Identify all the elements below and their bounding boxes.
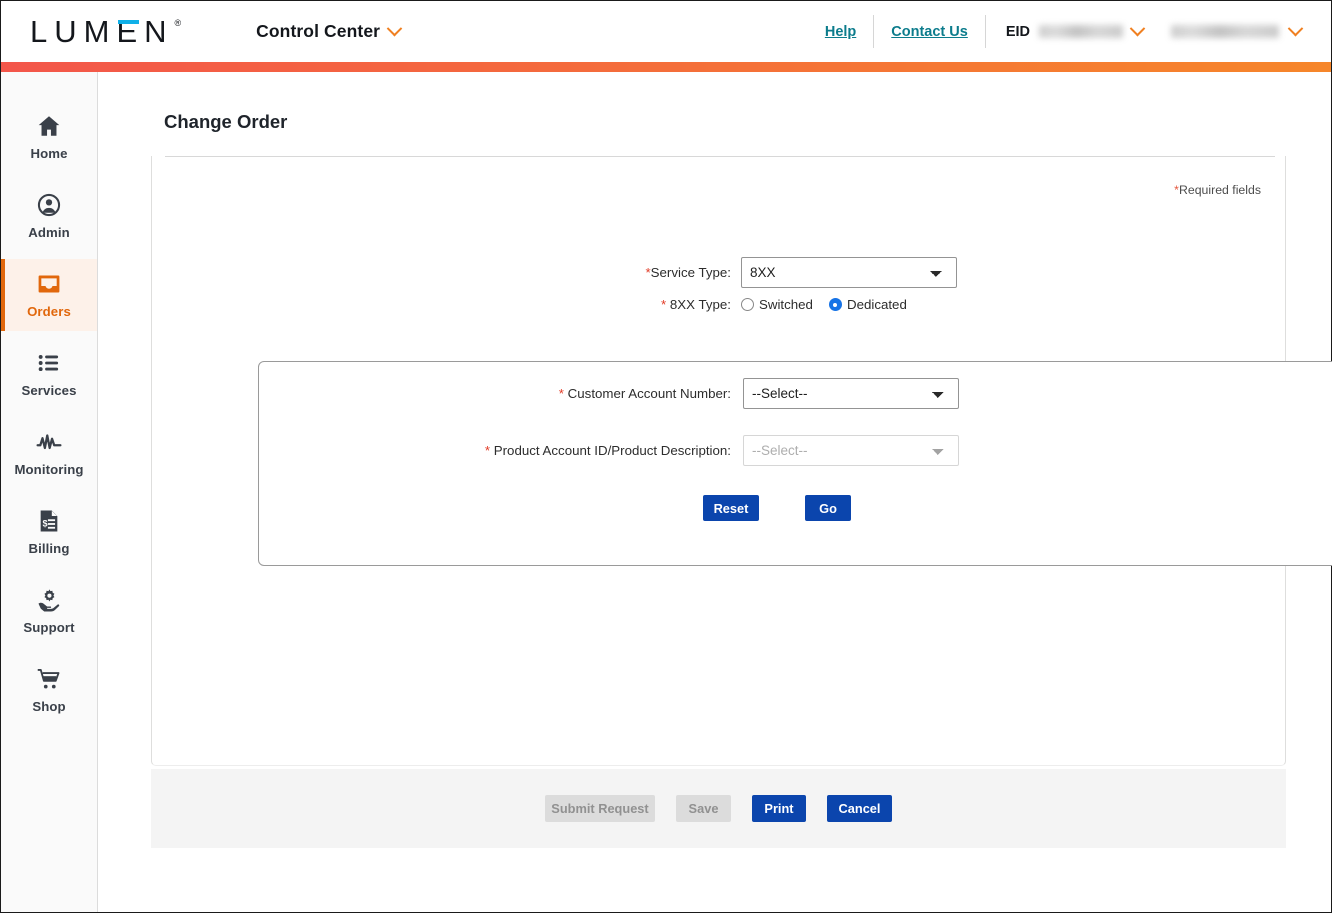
main-content: Change Order *Required fields *Service T… xyxy=(99,72,1332,912)
sidebar-label: Home xyxy=(30,146,68,161)
eid-value-redacted xyxy=(1039,25,1123,38)
required-star: * xyxy=(661,297,667,312)
logo-wordmark: LUMEN xyxy=(30,14,174,49)
chevron-down-icon xyxy=(386,20,403,37)
customer-account-label-text: Customer Account Number: xyxy=(567,386,731,401)
service-type-label: *Service Type: xyxy=(431,265,731,280)
sidebar-label: Monitoring xyxy=(14,462,84,477)
app-window: LUMEN ® Control Center Help Contact Us E… xyxy=(0,0,1332,913)
svg-text:$: $ xyxy=(43,519,48,529)
user-circle-icon xyxy=(37,193,61,217)
eightxx-type-row: * 8XX Type: Switched Dedicated xyxy=(152,297,957,312)
account-selection-panel: * Customer Account Number: --Select-- * … xyxy=(258,361,1332,566)
customer-account-row: * Customer Account Number: --Select-- xyxy=(259,378,959,409)
sidebar-label: Orders xyxy=(27,304,71,319)
service-type-select[interactable]: 8XX xyxy=(741,257,957,288)
lumen-logo[interactable]: LUMEN ® xyxy=(30,16,181,47)
sidebar-item-billing[interactable]: $ Billing xyxy=(1,496,97,568)
gear-hand-icon xyxy=(38,589,60,612)
required-fields-note: *Required fields xyxy=(1174,183,1261,197)
product-account-select[interactable]: --Select-- xyxy=(743,435,959,466)
inbox-icon xyxy=(38,275,60,293)
page-title: Change Order xyxy=(164,111,288,132)
brand-accent-bar xyxy=(1,62,1331,72)
logo-registered-mark: ® xyxy=(174,18,182,28)
sidebar-label: Shop xyxy=(32,699,66,714)
radio-circle-selected-icon xyxy=(828,298,842,311)
eightxx-type-radio-group: Switched Dedicated xyxy=(741,297,957,312)
required-star: * xyxy=(558,386,564,401)
card-top-divider xyxy=(165,156,1275,157)
required-note-text: Required fields xyxy=(1178,183,1261,197)
app-title: Control Center xyxy=(256,21,381,41)
top-header: LUMEN ® Control Center Help Contact Us E… xyxy=(1,1,1331,62)
eid-dropdown[interactable]: EID xyxy=(986,20,1153,40)
radio-switched[interactable]: Switched xyxy=(741,297,813,312)
product-account-label-text: Product Account ID/Product Description: xyxy=(493,443,731,458)
eightxx-type-label-text: 8XX Type: xyxy=(669,297,731,312)
radio-circle-icon xyxy=(741,298,754,311)
contact-us-link[interactable]: Contact Us xyxy=(874,24,985,40)
help-link[interactable]: Help xyxy=(808,24,873,40)
sidebar-label: Support xyxy=(23,620,75,635)
logo-accent-bar xyxy=(118,20,139,24)
main-sidebar: Home Admin Orders Services Monitoring $ … xyxy=(1,72,98,912)
required-star: * xyxy=(484,443,491,458)
sidebar-item-shop[interactable]: Shop xyxy=(1,654,97,726)
sidebar-item-admin[interactable]: Admin xyxy=(1,180,97,252)
save-button[interactable]: Save xyxy=(676,795,731,822)
chevron-down-icon xyxy=(1287,20,1304,37)
service-type-label-text: Service Type: xyxy=(650,265,731,280)
product-account-label: * Product Account ID/Product Description… xyxy=(311,443,731,458)
go-button[interactable]: Go xyxy=(805,495,851,521)
sidebar-label: Admin xyxy=(28,225,70,240)
product-account-row: * Product Account ID/Product Description… xyxy=(259,435,959,466)
sidebar-label: Services xyxy=(21,383,77,398)
cart-icon xyxy=(37,668,60,689)
sidebar-item-monitoring[interactable]: Monitoring xyxy=(1,417,97,489)
cancel-button[interactable]: Cancel xyxy=(827,795,892,822)
customer-account-label: * Customer Account Number: xyxy=(311,386,731,401)
invoice-icon: $ xyxy=(40,510,58,532)
eightxx-type-label: * 8XX Type: xyxy=(431,297,731,312)
radio-dedicated[interactable]: Dedicated xyxy=(828,297,907,312)
customer-account-select[interactable]: --Select-- xyxy=(743,378,959,409)
list-icon xyxy=(38,354,59,372)
form-action-bar: Submit Request Save Print Cancel xyxy=(151,769,1286,848)
home-icon xyxy=(38,116,60,136)
chevron-down-icon xyxy=(1129,20,1146,37)
sidebar-item-support[interactable]: Support xyxy=(1,575,97,647)
pulse-icon xyxy=(36,434,62,450)
sidebar-item-home[interactable]: Home xyxy=(1,101,97,173)
sidebar-item-services[interactable]: Services xyxy=(1,338,97,410)
radio-dedicated-label: Dedicated xyxy=(846,297,907,312)
sidebar-label: Billing xyxy=(28,541,70,556)
user-name-redacted xyxy=(1171,25,1279,38)
reset-button[interactable]: Reset xyxy=(703,495,759,521)
user-account-dropdown[interactable] xyxy=(1153,20,1307,38)
service-type-row: *Service Type: 8XX xyxy=(152,257,957,288)
app-switcher[interactable]: Control Center xyxy=(256,20,403,42)
panel-button-group: Reset Go xyxy=(703,495,851,521)
radio-switched-label: Switched xyxy=(759,297,813,312)
sidebar-item-orders[interactable]: Orders xyxy=(1,259,97,331)
eid-label: EID xyxy=(1005,23,1030,40)
submit-request-button[interactable]: Submit Request xyxy=(545,795,655,822)
print-button[interactable]: Print xyxy=(752,795,806,822)
change-order-card: *Required fields *Service Type: 8XX * 8X… xyxy=(151,156,1332,766)
header-right-group: Help Contact Us EID xyxy=(808,1,1307,62)
